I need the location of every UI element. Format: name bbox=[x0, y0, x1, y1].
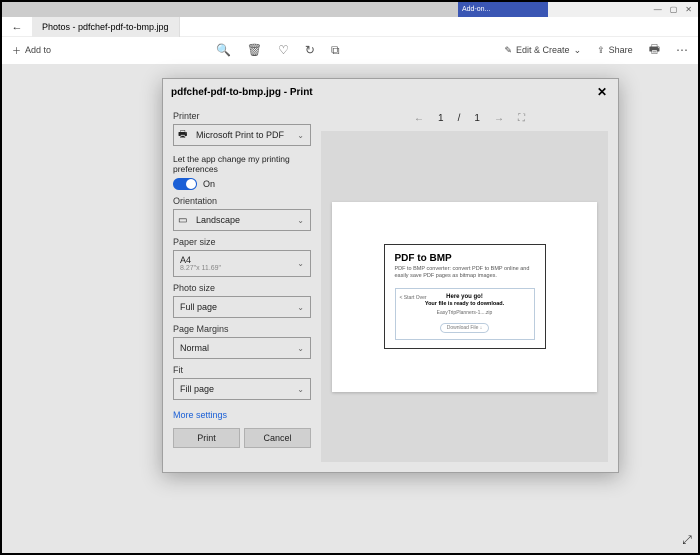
download-card: < Start Over Here you go! Your file is r… bbox=[395, 288, 535, 340]
margins-label: Page Margins bbox=[173, 324, 311, 334]
share-button[interactable]: ⇪ Share bbox=[597, 45, 633, 56]
edit-create-label: Edit & Create bbox=[516, 45, 570, 55]
fit-value: Fill page bbox=[180, 384, 214, 394]
page-sep: / bbox=[458, 113, 461, 124]
more-settings-link[interactable]: More settings bbox=[173, 410, 311, 420]
print-preview-panel: ← 1 / 1 → ⛶ PDF to BMP PDF to BMP conver… bbox=[321, 105, 618, 472]
prev-page-icon[interactable]: ← bbox=[414, 113, 424, 124]
printer-select[interactable]: 🖶 Microsoft Print to PDF ⌄ bbox=[173, 124, 311, 146]
chevron-down-icon: ⌄ bbox=[297, 303, 304, 312]
paper-size-label: Paper size bbox=[173, 237, 311, 247]
document-content: PDF to BMP PDF to BMP converter: convert… bbox=[384, 244, 546, 349]
share-label: Share bbox=[609, 45, 633, 55]
photo-size-label: Photo size bbox=[173, 283, 311, 293]
fit-label: Fit bbox=[173, 365, 311, 375]
tab-bar: ← Photos - pdfchef-pdf-to-bmp.jpg bbox=[2, 17, 698, 37]
window-title-tab[interactable]: Photos - pdfchef-pdf-to-bmp.jpg bbox=[32, 17, 180, 37]
chevron-down-icon: ⌄ bbox=[297, 131, 304, 140]
printer-label: Printer bbox=[173, 111, 311, 121]
chevron-down-icon: ⌄ bbox=[297, 385, 304, 394]
tab-title: Photos - pdfchef-pdf-to-bmp.jpg bbox=[42, 22, 169, 32]
addon-label: Add-on... bbox=[462, 6, 490, 13]
orientation-select[interactable]: ▭ Landscape ⌄ bbox=[173, 209, 311, 231]
rotate-icon[interactable]: ↻ bbox=[305, 43, 315, 57]
toggle-label: On bbox=[203, 179, 215, 189]
next-page-icon[interactable]: → bbox=[494, 113, 504, 124]
wand-icon: ✎ bbox=[504, 45, 512, 56]
card-filename: EasyTripPlanners-1....zip bbox=[401, 310, 529, 316]
favorite-icon[interactable]: ♡ bbox=[278, 43, 289, 57]
share-icon: ⇪ bbox=[597, 45, 605, 56]
start-over-link: < Start Over bbox=[400, 295, 427, 301]
os-titlebar: Add-on... — ▢ ✕ bbox=[2, 2, 698, 17]
maximize-icon[interactable]: ▢ bbox=[670, 5, 678, 14]
chevron-down-icon: ⌄ bbox=[574, 45, 582, 56]
chevron-down-icon: ⌄ bbox=[297, 216, 304, 225]
fit-page-icon[interactable]: ⛶ bbox=[518, 113, 525, 124]
printer-pdf-icon: 🖶 bbox=[178, 127, 187, 144]
preferences-toggle[interactable] bbox=[173, 178, 197, 190]
orientation-label: Orientation bbox=[173, 196, 311, 206]
doc-title: PDF to BMP bbox=[395, 253, 535, 264]
print-icon[interactable]: 🖶 bbox=[649, 40, 660, 61]
photo-size-select[interactable]: Full page ⌄ bbox=[173, 296, 311, 318]
background-window-edge: Add-on... bbox=[458, 2, 548, 17]
more-icon[interactable]: ⋯ bbox=[676, 43, 688, 57]
resize-handle-icon[interactable]: ⤡ bbox=[680, 535, 695, 545]
print-dialog: pdfchef-pdf-to-bmp.jpg - Print ✕ Printer… bbox=[162, 78, 619, 473]
app-toolbar: ＋ Add to 🔍 🗑 ♡ ↻ ⧉ ✎ Edit & Create ⌄ ⇪ S… bbox=[2, 37, 698, 63]
card-ready-text: Your file is ready to download. bbox=[401, 301, 529, 307]
preview-pagination: ← 1 / 1 → ⛶ bbox=[321, 105, 618, 131]
paper-size-dimensions: 8.27"x 11.69" bbox=[180, 265, 221, 272]
photo-size-value: Full page bbox=[180, 302, 217, 312]
close-window-icon[interactable]: ✕ bbox=[685, 5, 692, 14]
printer-value: Microsoft Print to PDF bbox=[196, 130, 284, 140]
margins-value: Normal bbox=[180, 343, 209, 353]
chevron-down-icon: ⌄ bbox=[297, 344, 304, 353]
landscape-icon: ▭ bbox=[178, 215, 187, 226]
print-button[interactable]: Print bbox=[173, 428, 240, 448]
back-button[interactable]: ← bbox=[2, 17, 32, 37]
dialog-title: pdfchef-pdf-to-bmp.jpg - Print bbox=[171, 87, 313, 98]
paper-size-select[interactable]: A4 8.27"x 11.69" ⌄ bbox=[173, 250, 311, 277]
total-pages: 1 bbox=[474, 113, 480, 124]
delete-icon[interactable]: 🗑 bbox=[247, 43, 262, 57]
current-page: 1 bbox=[438, 113, 444, 124]
orientation-value: Landscape bbox=[196, 215, 240, 225]
paper-size-value: A4 bbox=[180, 255, 191, 265]
window-controls-cluster: — ▢ ✕ bbox=[548, 2, 698, 17]
doc-subtitle: PDF to BMP converter: convert PDF to BMP… bbox=[395, 266, 535, 280]
close-icon[interactable]: ✕ bbox=[594, 84, 610, 100]
download-pill: Download File ↓ bbox=[440, 323, 490, 333]
edit-create-button[interactable]: ✎ Edit & Create ⌄ bbox=[504, 45, 581, 56]
preview-area: PDF to BMP PDF to BMP converter: convert… bbox=[321, 131, 608, 462]
preview-page: PDF to BMP PDF to BMP converter: convert… bbox=[332, 202, 597, 392]
dialog-header: pdfchef-pdf-to-bmp.jpg - Print ✕ bbox=[163, 79, 618, 105]
cancel-button[interactable]: Cancel bbox=[244, 428, 311, 448]
chevron-down-icon: ⌄ bbox=[297, 259, 304, 268]
plus-icon: ＋ bbox=[12, 44, 21, 57]
margins-select[interactable]: Normal ⌄ bbox=[173, 337, 311, 359]
zoom-icon[interactable]: 🔍 bbox=[216, 43, 231, 57]
printing-preferences-text: Let the app change my printing preferenc… bbox=[173, 154, 311, 174]
print-options-panel: Printer 🖶 Microsoft Print to PDF ⌄ Let t… bbox=[163, 105, 321, 472]
crop-icon[interactable]: ⧉ bbox=[331, 43, 340, 58]
add-to-label: Add to bbox=[25, 45, 51, 55]
titlebar-bg bbox=[2, 2, 458, 17]
add-to-button[interactable]: ＋ Add to bbox=[12, 44, 51, 57]
fit-select[interactable]: Fill page ⌄ bbox=[173, 378, 311, 400]
minimize-icon[interactable]: — bbox=[654, 5, 662, 14]
